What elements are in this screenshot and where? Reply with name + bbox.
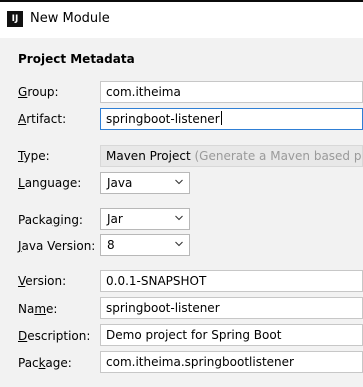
name-input[interactable]: springboot-listener [100,297,363,319]
version-label-post: ersion: [25,274,67,288]
group-label: Group: [18,84,59,100]
package-label-post: age: [45,356,72,370]
intellij-icon: IJ [7,11,23,27]
group-input[interactable]: com.itheima [100,81,363,103]
type-label: Type: [18,148,50,164]
artifact-label-mnemonic: A [18,112,27,126]
packaging-select[interactable]: Jar [100,208,190,230]
description-input[interactable]: Demo project for Spring Boot [100,324,363,346]
package-input[interactable]: com.itheima.springbootlistener [100,351,363,373]
name-label-post: e: [46,302,58,316]
java-version-label: Java Version: [18,238,95,254]
language-label-mnemonic: L [18,176,25,190]
packaging-label-post: ing: [60,213,83,227]
description-label-post: escription: [27,329,91,343]
version-input[interactable]: 0.0.1-SNAPSHOT [100,270,363,292]
name-label-mnemonic: m [34,302,47,316]
title-bar: IJ New Module [0,2,363,38]
group-label-mnemonic: G [18,85,28,99]
chevron-down-icon [175,215,183,222]
window-title: New Module [30,11,110,26]
language-value: Java [107,176,133,190]
package-label: Package: [18,355,72,371]
artifact-input[interactable]: springboot-listener [100,108,363,130]
packaging-value: Jar [107,212,123,226]
packaging-label-pre: Packa [18,213,53,227]
language-label: Language: [18,175,81,191]
version-label: Version: [18,273,66,289]
chevron-down-icon [175,179,183,186]
java-version-select[interactable]: 8 [100,234,190,256]
type-value: Maven Project [106,149,191,163]
name-label: Name: [18,301,57,317]
package-label-pre: Pac [18,356,39,370]
name-label-pre: Na [18,302,35,316]
description-label: Description: [18,328,90,344]
type-label-post: ype: [23,149,50,163]
language-select[interactable]: Java [100,172,190,194]
chevron-down-icon [175,241,183,248]
description-label-mnemonic: D [18,329,28,343]
java-version-value: 8 [107,238,115,252]
artifact-label-post: rtifact: [26,112,67,126]
group-label-post: roup: [27,85,59,99]
java-version-label-post: ava Version: [21,239,96,253]
packaging-label: Packaging: [18,212,83,228]
text-caret [220,111,222,125]
language-label-post: anguage: [24,176,82,190]
type-hint: (Generate a Maven based pro [194,149,363,163]
section-title: Project Metadata [18,52,135,66]
artifact-label: Artifact: [18,111,66,127]
artifact-input-value: springboot-listener [106,112,220,126]
type-select[interactable]: Maven Project (Generate a Maven based pr… [100,145,363,167]
